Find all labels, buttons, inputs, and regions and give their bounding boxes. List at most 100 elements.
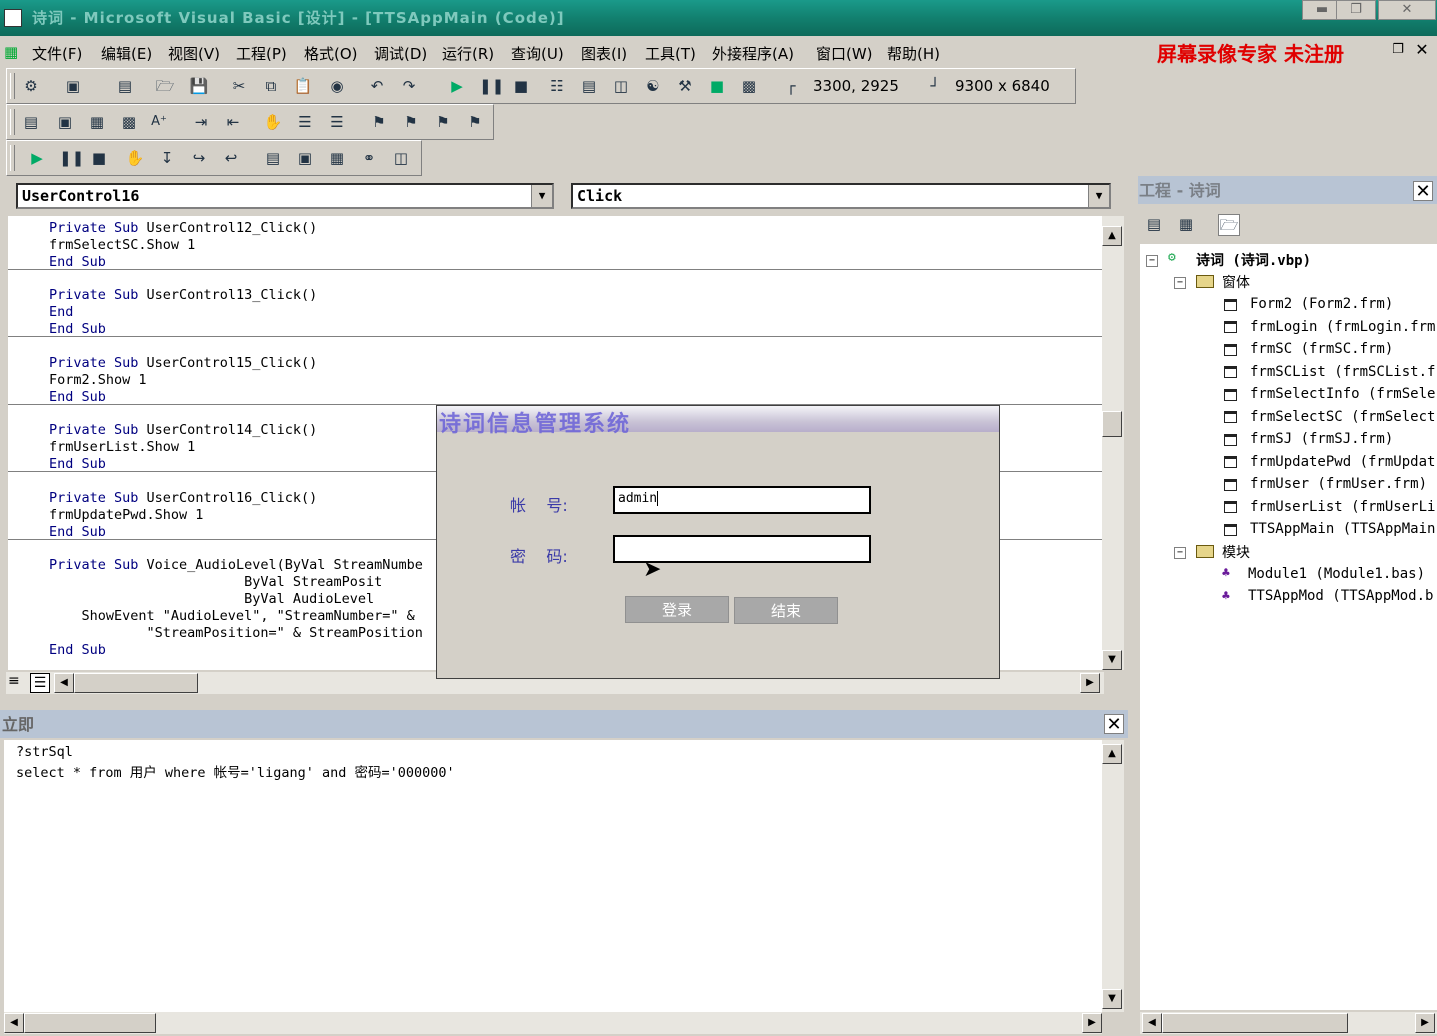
toggle-bookmark-icon[interactable]: ⚑ [369, 112, 389, 132]
menu-run[interactable]: 运行(R) [442, 43, 494, 64]
scroll-left-icon[interactable]: ◀ [54, 673, 74, 693]
tree-modules-folder[interactable]: 模块 [1222, 542, 1250, 562]
procedure-view-icon[interactable]: ≡ [8, 673, 20, 689]
tree-form-item[interactable]: frmUserList (frmUserLi [1250, 499, 1435, 515]
tree-project-root[interactable]: 诗词 (诗词.vbp) [1196, 250, 1311, 270]
call-stack-icon[interactable]: ◫ [391, 148, 411, 168]
next-bookmark-icon[interactable]: ⚑ [401, 112, 421, 132]
menu-edit[interactable]: 编辑(E) [101, 43, 152, 64]
scroll-right-icon[interactable]: ▶ [1080, 673, 1100, 693]
debug-end-icon[interactable]: ■ [89, 148, 109, 168]
code-window-icon[interactable]: ▦ [4, 43, 18, 61]
scroll-right-icon[interactable]: ▶ [1415, 1013, 1435, 1033]
mdi-restore-icon[interactable]: ❐ [1389, 42, 1407, 60]
collapse-icon[interactable]: − [1146, 255, 1158, 267]
uncomment-block-icon[interactable]: ☰ [327, 112, 347, 132]
scroll-right-icon[interactable]: ▶ [1082, 1013, 1102, 1033]
data-view-icon[interactable]: ■ [707, 76, 727, 96]
menu-help[interactable]: 帮助(H) [887, 43, 940, 64]
tree-form-item[interactable]: frmSelectSC (frmSelect [1250, 409, 1435, 425]
tree-form-item[interactable]: frmSCList (frmSCList.f [1250, 364, 1435, 380]
object-combo[interactable]: UserControl16 ▼ [16, 183, 554, 209]
debug-breakpoint-icon[interactable]: ✋ [125, 148, 145, 168]
scroll-thumb[interactable] [1102, 411, 1122, 437]
tree-form-item[interactable]: frmSelectInfo (frmSele [1250, 386, 1435, 402]
quick-info-icon[interactable]: ▦ [87, 112, 107, 132]
add-form-icon[interactable]: ▣ [63, 76, 83, 96]
object-browser-icon[interactable]: ☯ [643, 76, 663, 96]
debug-break-icon[interactable]: ❚❚ [59, 148, 84, 168]
tree-module-item[interactable]: TTSAppMod (TTSAppMod.b [1248, 588, 1433, 604]
project-tree[interactable]: − ⚙ 诗词 (诗词.vbp) − 窗体 Form2 (Form2.frm) f… [1140, 244, 1437, 1010]
component-manager-icon[interactable]: ▩ [739, 76, 759, 96]
tree-form-item[interactable]: frmLogin (frmLogin.frm [1250, 319, 1435, 335]
chevron-down-icon[interactable]: ▼ [531, 185, 552, 207]
step-into-icon[interactable]: ↧ [157, 148, 177, 168]
find-icon[interactable]: ◉ [327, 76, 347, 96]
scroll-left-icon[interactable]: ◀ [4, 1013, 24, 1033]
list-properties-icon[interactable]: ▤ [21, 112, 41, 132]
complete-word-icon[interactable]: A⁺ [149, 112, 169, 132]
immediate-window[interactable]: ?strSql select * from 用户 where 帐号='ligan… [4, 740, 1102, 1012]
quick-watch-icon[interactable]: ⚭ [359, 148, 379, 168]
open-icon[interactable]: 🗁 [155, 76, 175, 96]
code-vertical-scrollbar[interactable]: ▲ ▼ [1102, 216, 1124, 670]
debug-start-icon[interactable]: ▶ [27, 148, 47, 168]
menu-window[interactable]: 窗口(W) [816, 43, 873, 64]
menu-format[interactable]: 格式(O) [304, 43, 358, 64]
save-icon[interactable]: 💾 [189, 76, 209, 96]
tree-form-item[interactable]: Form2 (Form2.frm) [1250, 296, 1393, 312]
menu-view[interactable]: 视图(V) [168, 43, 220, 64]
tree-form-item[interactable]: frmSJ (frmSJ.frm) [1250, 431, 1393, 447]
parameter-info-icon[interactable]: ▩ [119, 112, 139, 132]
collapse-icon[interactable]: − [1174, 277, 1186, 289]
close-icon[interactable]: ✕ [1104, 714, 1124, 735]
account-field[interactable]: admin [613, 486, 871, 514]
undo-icon[interactable]: ↶ [367, 76, 387, 96]
tree-form-item[interactable]: frmUpdatePwd (frmUpdat [1250, 454, 1435, 470]
break-icon[interactable]: ❚❚ [479, 76, 504, 96]
properties-icon[interactable]: ▤ [579, 76, 599, 96]
chevron-down-icon[interactable]: ▼ [1088, 185, 1109, 207]
login-button[interactable]: 登录 [625, 596, 729, 623]
immediate-horizontal-scrollbar[interactable]: ◀ ▶ [4, 1012, 1102, 1034]
procedure-combo[interactable]: Click ▼ [571, 183, 1111, 209]
scroll-up-icon[interactable]: ▲ [1102, 226, 1122, 246]
paste-icon[interactable]: 📋 [293, 76, 313, 96]
tree-module-item[interactable]: Module1 (Module1.bas) [1248, 566, 1425, 582]
immediate-window-icon[interactable]: ▣ [295, 148, 315, 168]
menu-file[interactable]: 文件(F) [32, 43, 82, 64]
menu-diagram[interactable]: 图表(I) [581, 43, 627, 64]
menu-project[interactable]: 工程(P) [236, 43, 287, 64]
start-icon[interactable]: ▶ [447, 76, 467, 96]
end-icon[interactable]: ■ [511, 76, 531, 96]
h-scroll-thumb[interactable] [24, 1013, 156, 1033]
watch-window-icon[interactable]: ▦ [327, 148, 347, 168]
immediate-vertical-scrollbar[interactable]: ▲ ▼ [1102, 740, 1124, 1012]
toggle-folders-icon[interactable]: 🗁 [1218, 214, 1240, 236]
restore-icon[interactable]: ❐ [1336, 0, 1376, 20]
toggle-breakpoint-icon[interactable]: ✋ [263, 112, 283, 132]
close-icon[interactable]: ✕ [1378, 0, 1436, 20]
copy-icon[interactable]: ⧉ [261, 76, 281, 96]
h-scroll-thumb[interactable] [1162, 1013, 1348, 1033]
menu-addins[interactable]: 外接程序(A) [712, 43, 794, 64]
menu-query[interactable]: 查询(U) [511, 43, 564, 64]
view-code-icon[interactable]: ▤ [1144, 214, 1164, 234]
tree-form-item[interactable]: frmUser (frmUser.frm) [1250, 476, 1427, 492]
add-project-icon[interactable]: ⚙ [21, 76, 41, 96]
project-explorer-icon[interactable]: ☷ [547, 76, 567, 96]
exit-button[interactable]: 结束 [734, 597, 838, 624]
scroll-down-icon[interactable]: ▼ [1102, 989, 1122, 1009]
tree-form-item[interactable]: frmSC (frmSC.frm) [1250, 341, 1393, 357]
mdi-close-icon[interactable]: ✕ [1413, 40, 1431, 59]
scroll-up-icon[interactable]: ▲ [1102, 744, 1122, 764]
menu-tools[interactable]: 工具(T) [645, 43, 696, 64]
project-horizontal-scrollbar[interactable]: ◀ ▶ [1140, 1012, 1437, 1034]
comment-block-icon[interactable]: ☰ [295, 112, 315, 132]
step-out-icon[interactable]: ↩ [221, 148, 241, 168]
locals-window-icon[interactable]: ▤ [263, 148, 283, 168]
close-icon[interactable]: ✕ [1413, 181, 1433, 202]
clear-bookmarks-icon[interactable]: ⚑ [465, 112, 485, 132]
menu-editor-icon[interactable]: ▤ [115, 76, 135, 96]
